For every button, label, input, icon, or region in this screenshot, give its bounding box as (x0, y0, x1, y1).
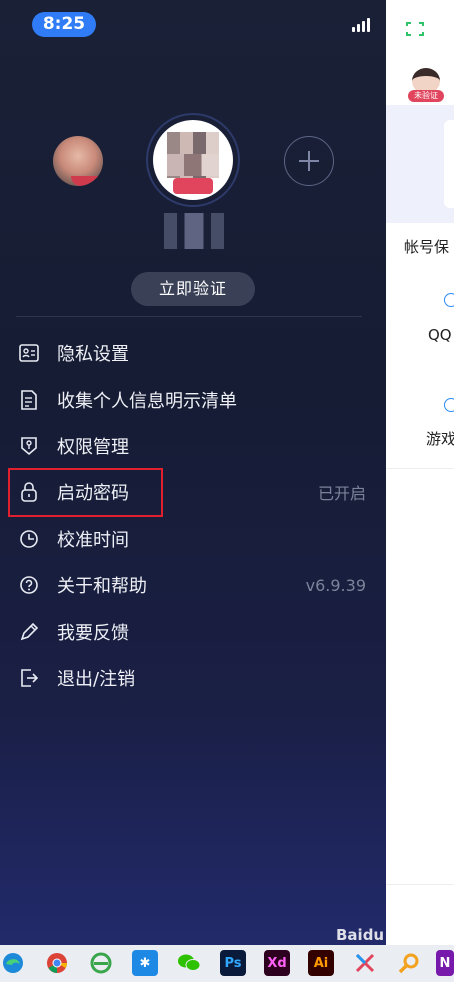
menu-label: 我要反馈 (57, 622, 129, 644)
bg-item-account-protect: 帐号保 (404, 238, 450, 256)
main-avatar-ring[interactable] (146, 113, 240, 207)
signal-icon (352, 18, 370, 32)
tencent-doc-icon[interactable]: ✱ (132, 950, 158, 976)
unverified-badge: 未验证 (408, 90, 444, 102)
status-time: 8:25 (32, 12, 96, 37)
menu-value: v6.9.39 (305, 575, 366, 595)
background-card (444, 120, 454, 208)
verify-now-button[interactable]: 立即验证 (131, 272, 255, 306)
main-avatar (153, 120, 233, 200)
menu-item-info-list[interactable]: 收集个人信息明示清单 (0, 376, 386, 422)
droplet-icon (444, 293, 454, 307)
id-card-icon (18, 342, 40, 364)
exit-icon (18, 667, 40, 689)
ie-icon[interactable] (88, 950, 114, 976)
menu-label: 权限管理 (57, 436, 129, 458)
watermark-text: Baidu 经验 (336, 926, 420, 944)
search-magnifier-icon[interactable] (396, 950, 422, 976)
unverified-avatar: 未验证 (408, 66, 444, 102)
user-name-blurred (164, 213, 224, 249)
menu-label: 校准时间 (57, 529, 129, 551)
xmind-icon[interactable] (352, 950, 378, 976)
background-header: 未验证 (386, 0, 454, 105)
wechat-icon[interactable] (176, 950, 202, 976)
scan-icon (406, 22, 424, 36)
pencil-icon (18, 621, 40, 643)
onenote-icon[interactable]: N (436, 950, 454, 976)
secondary-account-avatar[interactable] (53, 136, 103, 186)
xd-icon[interactable]: Xd (264, 950, 290, 976)
illustrator-icon[interactable]: Ai (308, 950, 334, 976)
taskbar: ✱ Ps Xd Ai N (0, 945, 454, 982)
menu-item-logout[interactable]: 退出/注销 (0, 655, 386, 701)
divider (386, 884, 454, 885)
highlight-box (8, 468, 163, 517)
divider (16, 316, 362, 317)
divider (386, 468, 454, 469)
bg-item-qq: QQ (428, 326, 452, 344)
menu-item-permissions[interactable]: 权限管理 (0, 423, 386, 469)
menu-value: 已开启 (317, 484, 366, 504)
menu-item-privacy[interactable]: 隐私设置 (0, 330, 386, 376)
clock-icon (18, 528, 40, 550)
menu-item-calibrate-time[interactable]: 校准时间 (0, 516, 386, 562)
add-account-button[interactable] (284, 136, 334, 186)
menu-item-feedback[interactable]: 我要反馈 (0, 608, 386, 654)
background-app-panel[interactable]: 未验证 帐号保 QQ 游戏 (386, 0, 454, 945)
menu-label: 收集个人信息明示清单 (57, 390, 237, 412)
help-circle-icon (18, 574, 40, 596)
menu-label: 退出/注销 (57, 668, 136, 690)
menu-label: 隐私设置 (57, 344, 129, 366)
document-list-icon (18, 389, 40, 411)
photoshop-icon[interactable]: Ps (220, 950, 246, 976)
edge-icon[interactable] (0, 950, 26, 976)
chrome-icon[interactable] (44, 950, 70, 976)
bg-item-games: 游戏 (426, 430, 454, 448)
menu-label: 关于和帮助 (57, 576, 147, 598)
circle-icon (444, 398, 454, 412)
status-icons (352, 18, 370, 32)
menu-item-about-help[interactable]: 关于和帮助 v6.9.39 (0, 562, 386, 608)
shield-key-icon (18, 435, 40, 457)
